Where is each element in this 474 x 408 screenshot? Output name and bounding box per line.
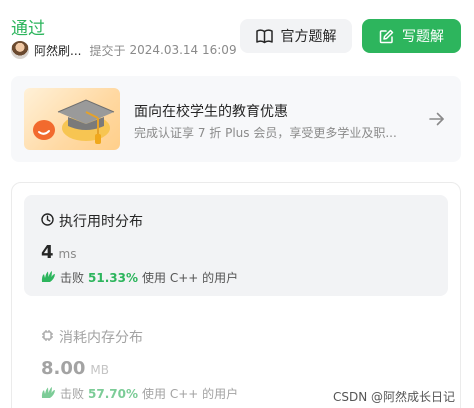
arrow-right-icon[interactable] [429,111,445,130]
memory-beats-suffix: 使用 C++ 的用户 [142,387,239,401]
memory-unit: MB [90,363,110,377]
runtime-beats: 击败 51.33% 使用 C++ 的用户 [41,269,238,286]
submission-result-page: 通过 阿然刷... 提交于 2024.03.14 16:09 官方题解 写题解 [0,0,474,408]
csdn-watermark: CSDN @阿然成长日记 [333,388,456,405]
runtime-beats-percent: 51.33% [88,270,138,285]
status-label: 通过 [11,19,45,39]
graduation-cap-illustration [24,88,120,150]
chip-icon [41,329,54,346]
memory-value: 8.00 MB [41,358,109,379]
book-icon [255,28,273,44]
clock-icon [41,212,54,230]
education-promo-banner[interactable]: 面向在校学生的教育优惠 完成认证享 7 折 Plus 会员，享受更多学业及职..… [11,76,461,162]
performance-stats-card: 执行用时分布 4 ms 击败 51.33% 使用 C++ 的用户 消耗内存分布 … [11,182,461,408]
memory-title-label: 消耗内存分布 [59,330,143,346]
runtime-value: 4 ms [41,242,76,263]
runtime-unit: ms [58,247,77,261]
submit-time: 2024.03.14 16:09 [129,43,237,57]
runtime-title-label: 执行用时分布 [59,214,143,230]
memory-beats-label: 击败 [60,387,85,401]
memory-number: 8.00 [41,358,86,379]
runtime-beats-suffix: 使用 C++ 的用户 [142,271,239,285]
edit-icon [379,29,394,44]
submit-label: 提交于 [89,43,126,58]
official-solution-label: 官方题解 [280,28,337,44]
beats-hand-icon [41,386,56,402]
author-name[interactable]: 阿然刷... [34,42,81,59]
runtime-number: 4 [41,242,54,263]
avatar[interactable] [11,41,29,59]
memory-beats-percent: 57.70% [88,386,138,401]
memory-title: 消耗内存分布 [41,327,143,347]
runtime-distribution-panel[interactable]: 执行用时分布 4 ms 击败 51.33% 使用 C++ 的用户 [24,195,448,296]
write-solution-label: 写题解 [402,28,444,44]
memory-beats: 击败 57.70% 使用 C++ 的用户 [41,385,238,402]
promo-subtitle: 完成认证享 7 折 Plus 会员，享受更多学业及职... [134,126,397,140]
runtime-beats-label: 击败 [60,271,85,285]
official-solution-button[interactable]: 官方题解 [240,19,352,53]
runtime-title: 执行用时分布 [41,211,143,231]
promo-title: 面向在校学生的教育优惠 [134,104,288,120]
write-solution-button[interactable]: 写题解 [362,19,461,53]
beats-hand-icon [41,270,56,286]
submission-meta: 阿然刷... 提交于 2024.03.14 16:09 [11,41,237,59]
